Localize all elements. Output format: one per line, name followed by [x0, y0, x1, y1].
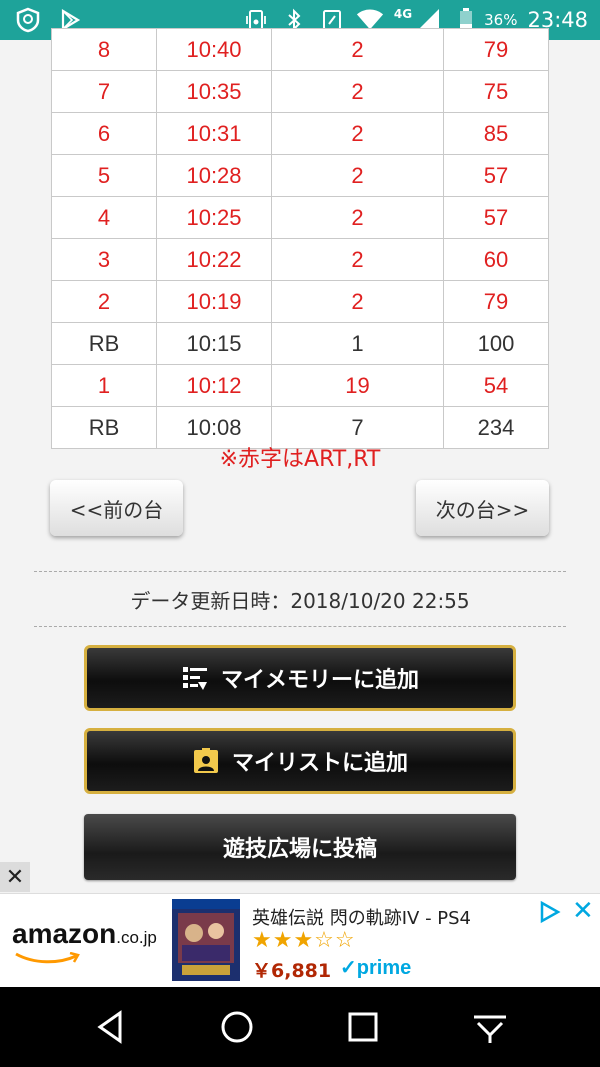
cell-time: 10:12	[156, 364, 272, 407]
ad-rating-stars: ★★★☆☆	[252, 928, 356, 953]
cell-number: 4	[51, 196, 157, 239]
cell-number: 6	[51, 112, 157, 155]
home-icon[interactable]	[219, 1009, 255, 1045]
cell-count: 19	[271, 364, 444, 407]
cell-games: 57	[443, 154, 549, 197]
cell-time: 10:25	[156, 196, 272, 239]
add-to-my-memory-label: マイメモリーに追加	[220, 668, 419, 693]
cell-time: 10:28	[156, 154, 272, 197]
cell-count: 2	[271, 280, 444, 323]
table-row: 5 10:28 2 57	[51, 154, 549, 197]
cell-number: 1	[51, 364, 157, 407]
shield-icon	[14, 6, 42, 34]
table-row: RB 10:15 1 100	[51, 322, 549, 365]
cell-count: 2	[271, 28, 444, 71]
cell-time: 10:40	[156, 28, 272, 71]
add-to-my-memory-button[interactable]: マイメモリーに追加	[84, 645, 516, 711]
cell-time: 10:19	[156, 280, 272, 323]
cell-games: 85	[443, 112, 549, 155]
cell-games: 75	[443, 70, 549, 113]
ad-product-image[interactable]	[172, 899, 240, 981]
table-row: 2 10:19 2 79	[51, 280, 549, 323]
ad-price: ￥6,881	[252, 960, 332, 982]
prime-badge: ✓prime	[340, 957, 412, 979]
ad-close-button[interactable]: ✕	[0, 862, 30, 892]
cell-number: 2	[51, 280, 157, 323]
cell-count: 1	[271, 322, 444, 365]
amazon-logo: amazon.co.jp	[12, 918, 157, 949]
system-navigation-bar	[0, 987, 600, 1067]
prev-machine-button[interactable]: <<前の台	[50, 480, 183, 536]
cell-number: 5	[51, 154, 157, 197]
next-machine-button[interactable]: 次の台>>	[416, 480, 549, 536]
table-row: 6 10:31 2 85	[51, 112, 549, 155]
amazon-ad-banner[interactable]: amazon.co.jp 英雄伝説 閃の軌跡IV - PS4 ★★★☆☆ ￥6,…	[0, 893, 600, 987]
ad-dismiss-icon[interactable]: ✕	[572, 896, 594, 926]
cell-count: 2	[271, 154, 444, 197]
add-to-my-list-label: マイリストに追加	[231, 751, 408, 776]
table-row: 4 10:25 2 57	[51, 196, 549, 239]
divider	[34, 626, 566, 627]
recent-apps-icon[interactable]	[345, 1009, 381, 1045]
cell-time: 10:35	[156, 70, 272, 113]
post-to-plaza-button[interactable]: 遊技広場に投稿	[84, 814, 516, 880]
cell-number: RB	[51, 322, 157, 365]
network-type: 4G	[393, 7, 413, 21]
cell-count: 2	[271, 238, 444, 281]
data-updated-time: データ更新日時：2018/10/20 22:55	[130, 589, 470, 613]
table-row: 8 10:40 2 79	[51, 28, 549, 71]
cell-number: 3	[51, 238, 157, 281]
table-row: 1 10:12 19 54	[51, 364, 549, 407]
table-row: 3 10:22 2 60	[51, 238, 549, 281]
cell-count: 2	[271, 112, 444, 155]
divider	[34, 571, 566, 572]
amazon-smile-icon	[15, 952, 80, 964]
cell-count: 2	[271, 70, 444, 113]
cell-games: 79	[443, 280, 549, 323]
cell-games: 100	[443, 322, 549, 365]
table-row: 7 10:35 2 75	[51, 70, 549, 113]
cell-number: 7	[51, 70, 157, 113]
memory-list-icon	[181, 664, 209, 692]
battery-percent: 36%	[484, 11, 518, 29]
cell-games: 57	[443, 196, 549, 239]
red-text-note: ※赤字はART,RT	[219, 447, 381, 472]
bonus-history-table: 8 10:40 2 79 7 10:35 2 75 6 10:31 2 85 5 10:28 2 57 4 10:…	[51, 28, 549, 449]
cell-time: 10:15	[156, 322, 272, 365]
add-to-my-list-button[interactable]: マイリストに追加	[84, 728, 516, 794]
cell-games: 54	[443, 364, 549, 407]
back-icon[interactable]	[92, 1009, 128, 1045]
cell-time: 10:31	[156, 112, 272, 155]
person-badge-icon	[192, 747, 220, 775]
ad-choices-icon[interactable]	[538, 900, 562, 924]
cell-time: 10:22	[156, 238, 272, 281]
cell-games: 60	[443, 238, 549, 281]
cell-games: 79	[443, 28, 549, 71]
ad-product-title: 英雄伝説 閃の軌跡IV - PS4	[252, 908, 472, 929]
hide-keyboard-icon[interactable]	[472, 1009, 508, 1045]
cell-number: 8	[51, 28, 157, 71]
cell-count: 2	[271, 196, 444, 239]
